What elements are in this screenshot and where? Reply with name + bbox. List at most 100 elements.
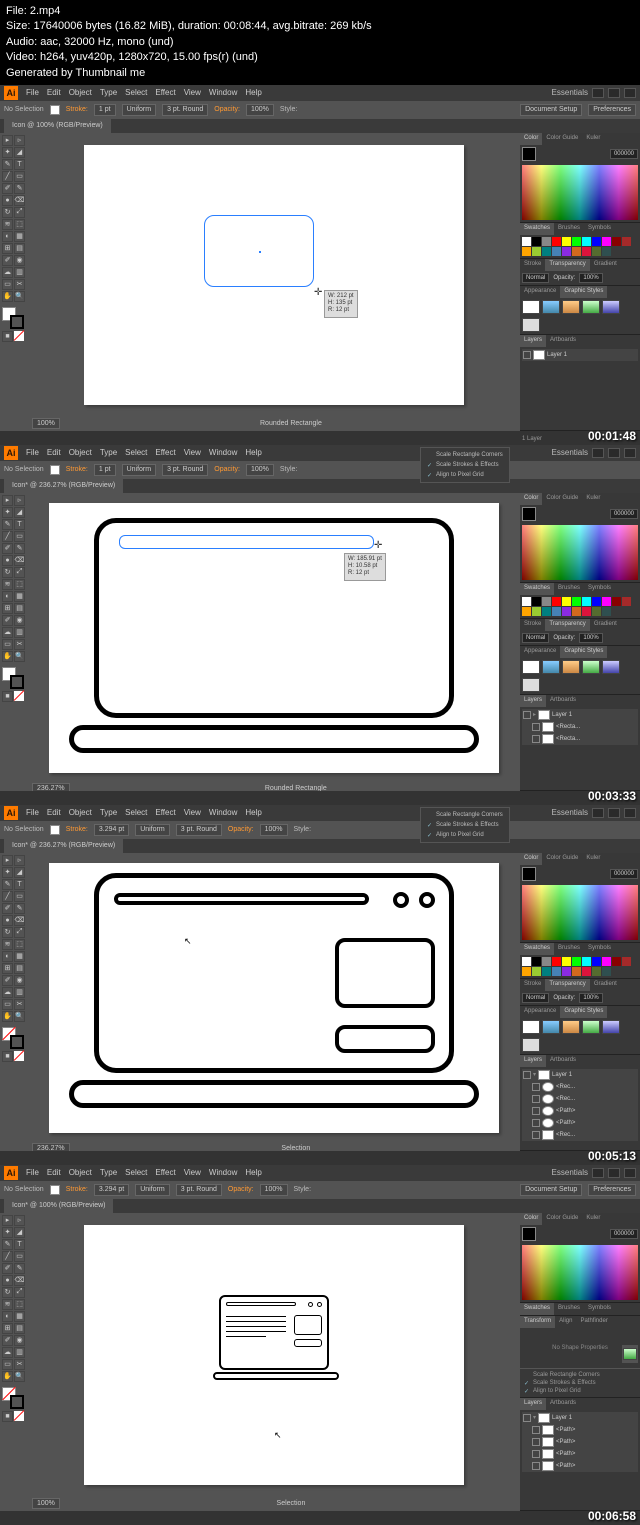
shape-builder-tool[interactable]: ◐ bbox=[2, 1311, 13, 1322]
type-tool[interactable]: T bbox=[14, 879, 25, 890]
rectangle-tool[interactable]: ▭ bbox=[14, 531, 25, 542]
layer-name[interactable]: Layer 1 bbox=[547, 352, 567, 358]
swatch[interactable] bbox=[552, 247, 561, 256]
stroke-weight[interactable]: 3.294 pt bbox=[94, 824, 129, 836]
sublayer-name[interactable]: <Path> bbox=[556, 1120, 575, 1126]
context-menu[interactable]: Scale Rectangle Corners ✓Scale Strokes &… bbox=[420, 447, 510, 483]
visibility-toggle[interactable] bbox=[532, 1131, 540, 1139]
layer-name[interactable]: Layer 1 bbox=[552, 1415, 572, 1421]
visibility-toggle[interactable] bbox=[532, 735, 540, 743]
swatch[interactable] bbox=[592, 237, 601, 246]
free-transform-tool[interactable]: ⬚ bbox=[14, 579, 25, 590]
style-thumb[interactable] bbox=[522, 300, 540, 314]
rotate-tool[interactable]: ↻ bbox=[2, 927, 13, 938]
eraser-tool[interactable]: ⌫ bbox=[14, 195, 25, 206]
line-tool[interactable]: ╱ bbox=[2, 171, 13, 182]
blob-tool[interactable]: ● bbox=[2, 1275, 13, 1286]
style-thumb[interactable] bbox=[522, 1038, 540, 1052]
sublayer-name[interactable]: <Path> bbox=[556, 1427, 575, 1433]
zoom-level[interactable]: 236.27% bbox=[32, 783, 70, 791]
type-tool[interactable]: T bbox=[14, 1239, 25, 1250]
slice-tool[interactable]: ✂ bbox=[14, 639, 25, 650]
swatches-tab[interactable]: Swatches bbox=[520, 1303, 554, 1315]
transform-tab[interactable]: Transform bbox=[520, 1316, 555, 1328]
opacity-value[interactable]: 100% bbox=[246, 464, 274, 476]
swatch[interactable] bbox=[572, 247, 581, 256]
menu-window[interactable]: Window bbox=[209, 808, 237, 817]
eraser-tool[interactable]: ⌫ bbox=[14, 1275, 25, 1286]
opacity-label[interactable]: Opacity: bbox=[228, 1186, 254, 1193]
free-transform-tool[interactable]: ⬚ bbox=[14, 939, 25, 950]
graphic-styles-tab[interactable]: Graphic Styles bbox=[560, 286, 607, 298]
mesh-tool[interactable]: ⊞ bbox=[2, 603, 13, 614]
menu-type[interactable]: Type bbox=[100, 448, 117, 457]
swatch[interactable] bbox=[522, 237, 531, 246]
hand-tool[interactable]: ✋ bbox=[2, 1011, 13, 1022]
rotate-tool[interactable]: ↻ bbox=[2, 567, 13, 578]
swatch[interactable] bbox=[522, 957, 531, 966]
swatch[interactable] bbox=[562, 237, 571, 246]
brush-tool[interactable]: ✐ bbox=[2, 903, 13, 914]
opacity-val[interactable]: 100% bbox=[579, 993, 602, 1003]
gradient-tool[interactable]: ▤ bbox=[14, 1323, 25, 1334]
menu-select[interactable]: Select bbox=[125, 88, 147, 97]
sublayer-row[interactable]: <Path> bbox=[522, 1424, 638, 1436]
canvas-area[interactable]: ✛ W: 212 pt H: 135 pt R: 12 pt bbox=[28, 133, 520, 417]
rotate-tool[interactable]: ↻ bbox=[2, 1287, 13, 1298]
hex-input[interactable]: 000000 bbox=[610, 509, 638, 519]
swatch[interactable] bbox=[582, 237, 591, 246]
sublayer-row[interactable]: <Path> bbox=[522, 1448, 638, 1460]
graphic-styles-tab[interactable]: Graphic Styles bbox=[560, 646, 607, 658]
fill-stroke-indicator[interactable] bbox=[2, 667, 24, 689]
graphic-styles-tab[interactable]: Graphic Styles bbox=[560, 1006, 607, 1018]
fill-swatch[interactable] bbox=[522, 507, 536, 521]
direct-selection-tool[interactable]: ▹ bbox=[14, 855, 25, 866]
selection-tool[interactable]: ▸ bbox=[2, 1215, 13, 1226]
none-mode[interactable] bbox=[14, 1411, 24, 1421]
hand-tool[interactable]: ✋ bbox=[2, 291, 13, 302]
sublayer-name[interactable]: <Rec... bbox=[556, 1084, 575, 1090]
artboard-tool[interactable]: ▭ bbox=[2, 639, 13, 650]
kuler-tab[interactable]: Kuler bbox=[582, 133, 604, 145]
symbol-tool[interactable]: ☁ bbox=[2, 627, 13, 638]
menu-select[interactable]: Select bbox=[125, 808, 147, 817]
fill-stroke-indicator[interactable] bbox=[2, 1027, 24, 1049]
ctx-effects[interactable]: ✓Scale Strokes & Effects bbox=[524, 1379, 636, 1387]
pencil-tool[interactable]: ✎ bbox=[14, 1263, 25, 1274]
pen-tool[interactable]: ✎ bbox=[2, 1239, 13, 1250]
brush-tool[interactable]: ✐ bbox=[2, 543, 13, 554]
doc-setup-button[interactable]: Document Setup bbox=[520, 104, 582, 116]
kuler-tab[interactable]: Kuler bbox=[582, 493, 604, 505]
color-spectrum[interactable] bbox=[522, 885, 638, 940]
swatch[interactable] bbox=[552, 957, 561, 966]
blob-tool[interactable]: ● bbox=[2, 195, 13, 206]
document-tab[interactable]: Icon* @ 236.27% (RGB/Preview) bbox=[4, 839, 123, 853]
color-mode[interactable]: ■ bbox=[2, 331, 13, 342]
menu-edit[interactable]: Edit bbox=[47, 1168, 61, 1177]
stroke-label[interactable]: Stroke: bbox=[66, 106, 88, 113]
swatch[interactable] bbox=[532, 967, 541, 976]
fill-indicator[interactable] bbox=[50, 465, 60, 475]
swatch[interactable] bbox=[582, 967, 591, 976]
pen-tool[interactable]: ✎ bbox=[2, 879, 13, 890]
graph-tool[interactable]: ▥ bbox=[14, 267, 25, 278]
swatch[interactable] bbox=[562, 607, 571, 616]
stroke-weight[interactable]: 3.294 pt bbox=[94, 1184, 129, 1196]
mesh-tool[interactable]: ⊞ bbox=[2, 243, 13, 254]
stroke-profile[interactable]: Uniform bbox=[122, 464, 157, 476]
symbol-tool[interactable]: ☁ bbox=[2, 1347, 13, 1358]
kuler-tab[interactable]: Kuler bbox=[582, 853, 604, 865]
style-thumb[interactable] bbox=[522, 1020, 540, 1034]
eraser-tool[interactable]: ⌫ bbox=[14, 915, 25, 926]
blend-tool[interactable]: ◉ bbox=[14, 1335, 25, 1346]
fill-swatch[interactable] bbox=[522, 1227, 536, 1241]
selection-tool[interactable]: ▸ bbox=[2, 495, 13, 506]
canvas-area[interactable]: ✛ W: 185.91 pt H: 10.58 pt R: 12 pt bbox=[28, 493, 520, 783]
menu-help[interactable]: Help bbox=[245, 88, 261, 97]
swatch[interactable] bbox=[592, 597, 601, 606]
eyedropper-tool[interactable]: ✐ bbox=[2, 615, 13, 626]
color-panel-tab[interactable]: Color bbox=[520, 493, 542, 505]
close-button[interactable] bbox=[624, 1168, 636, 1178]
opacity-val[interactable]: 100% bbox=[579, 273, 602, 283]
ctx-effects[interactable]: ✓Scale Strokes & Effects bbox=[421, 460, 509, 470]
